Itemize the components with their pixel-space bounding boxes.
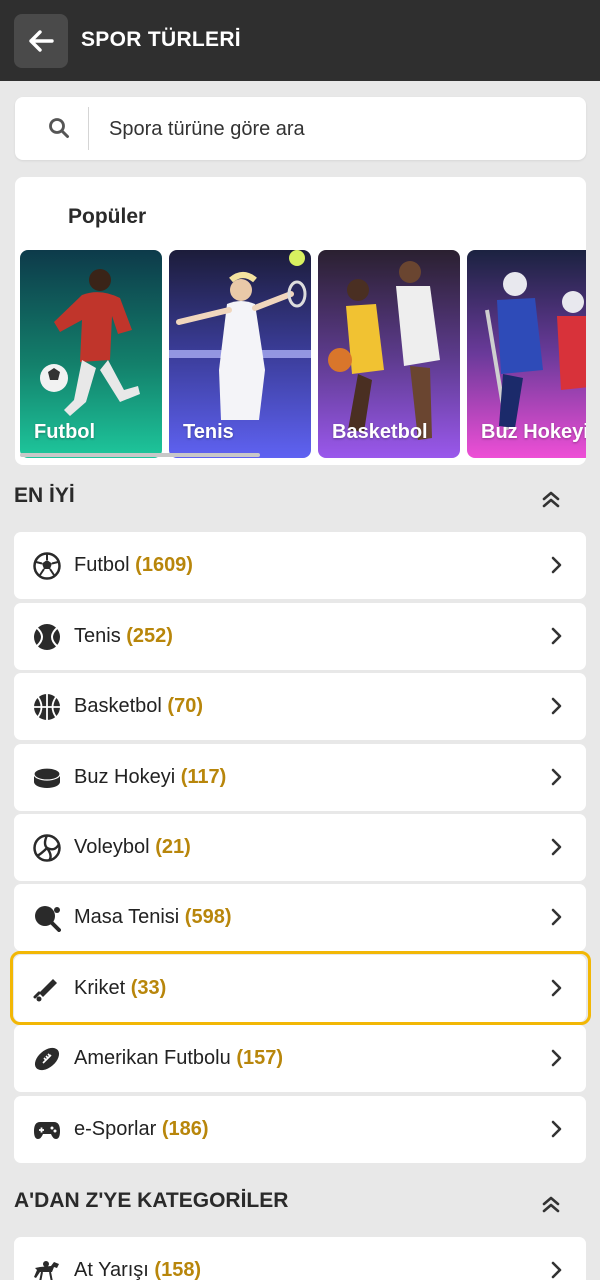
cricket-bat-icon (32, 975, 62, 1003)
sport-row-tenis[interactable]: Tenis (252) (14, 603, 586, 670)
sport-name: e-Sporlar (74, 1118, 157, 1140)
popular-carousel[interactable]: Futbol Tenis Basketbol Buz Hokeyi (20, 250, 586, 458)
event-count: (186) (161, 1118, 209, 1140)
event-count: (158) (154, 1259, 202, 1280)
chevron-right-icon (551, 1261, 562, 1279)
sport-name: Buz Hokeyi (74, 766, 176, 788)
chevron-right-icon (551, 1049, 562, 1067)
event-count: (21) (155, 836, 191, 858)
sport-name: Basketbol (74, 695, 162, 717)
sport-name: At Yarışı (74, 1259, 149, 1280)
american-football-icon (32, 1045, 62, 1073)
search-box[interactable] (15, 97, 586, 160)
sport-name: Kriket (74, 977, 126, 999)
arrow-left-icon (29, 30, 54, 52)
popular-card-basketbol[interactable]: Basketbol (318, 250, 460, 458)
double-chevron-up-icon (542, 491, 560, 508)
soccer-ball-icon (32, 552, 62, 580)
event-count: (33) (130, 977, 167, 999)
sport-name: Tenis (74, 625, 121, 647)
event-count: (157) (236, 1047, 284, 1069)
sport-row-amerikan-futbolu[interactable]: Amerikan Futbolu (157) (14, 1025, 586, 1092)
sport-row-kriket[interactable]: Kriket (33) (14, 955, 586, 1022)
best-section-header: EN İYİ (14, 484, 586, 514)
event-count: (252) (126, 625, 173, 647)
chevron-right-icon (551, 979, 562, 997)
popular-card-label: Buz Hokeyi (481, 421, 586, 443)
az-section-title: A'DAN Z'YE KATEGORİLER (14, 1189, 289, 1212)
popular-card-futbol[interactable]: Futbol (20, 250, 162, 458)
chevron-right-icon (551, 697, 562, 715)
popular-card-buz-hokeyi[interactable]: Buz Hokeyi (467, 250, 586, 458)
best-section-title: EN İYİ (14, 484, 75, 507)
sport-name: Voleybol (74, 836, 150, 858)
volleyball-icon (32, 834, 62, 862)
hockey-puck-icon (32, 764, 62, 792)
page-title: SPOR TÜRLERİ (81, 28, 241, 51)
horse-icon (32, 1257, 62, 1280)
search-divider (88, 107, 89, 150)
event-count: (70) (167, 695, 203, 717)
event-count: (598) (184, 906, 232, 928)
sport-row-buz-hokeyi[interactable]: Buz Hokeyi (117) (14, 744, 586, 811)
search-input[interactable] (109, 109, 569, 149)
popular-card-tenis[interactable]: Tenis (169, 250, 311, 458)
sport-row-at-yarisi[interactable]: At Yarışı (158) (14, 1237, 586, 1280)
double-chevron-up-icon (542, 1196, 560, 1213)
sport-row-basketbol[interactable]: Basketbol (70) (14, 673, 586, 740)
collapse-button[interactable] (536, 1189, 566, 1219)
popular-card-label: Tenis (183, 421, 234, 443)
popular-card-label: Basketbol (332, 421, 428, 443)
popular-title: Popüler (68, 205, 147, 228)
top-bar: SPOR TÜRLERİ (0, 0, 600, 81)
basketball-icon (32, 693, 62, 721)
sport-row-e-sporlar[interactable]: e-Sporlar (186) (14, 1096, 586, 1163)
popular-section: Popüler Futbol Tenis Basketbol Buz Hokey… (15, 177, 586, 465)
chevron-right-icon (551, 627, 562, 645)
search-icon (49, 118, 69, 138)
sport-row-futbol[interactable]: Futbol (1609) (14, 532, 586, 599)
popular-card-label: Futbol (34, 421, 96, 443)
sport-row-voleybol[interactable]: Voleybol (21) (14, 814, 586, 881)
back-button[interactable] (14, 14, 68, 68)
sport-name: Futbol (74, 554, 130, 576)
chevron-right-icon (551, 838, 562, 856)
carousel-scroll-indicator (20, 453, 260, 457)
chevron-right-icon (551, 768, 562, 786)
tennis-ball-icon (32, 623, 62, 651)
event-count: (1609) (135, 554, 193, 576)
sport-row-masa-tenisi[interactable]: Masa Tenisi (598) (14, 884, 586, 951)
chevron-right-icon (551, 1120, 562, 1138)
gamepad-icon (32, 1116, 62, 1144)
collapse-button[interactable] (536, 484, 566, 514)
event-count: (117) (180, 766, 227, 788)
sport-name: Masa Tenisi (74, 906, 180, 928)
chevron-right-icon (551, 556, 562, 574)
sport-name: Amerikan Futbolu (74, 1047, 231, 1069)
az-section-header: A'DAN Z'YE KATEGORİLER (14, 1189, 586, 1219)
chevron-right-icon (551, 908, 562, 926)
ping-pong-icon (32, 904, 62, 932)
